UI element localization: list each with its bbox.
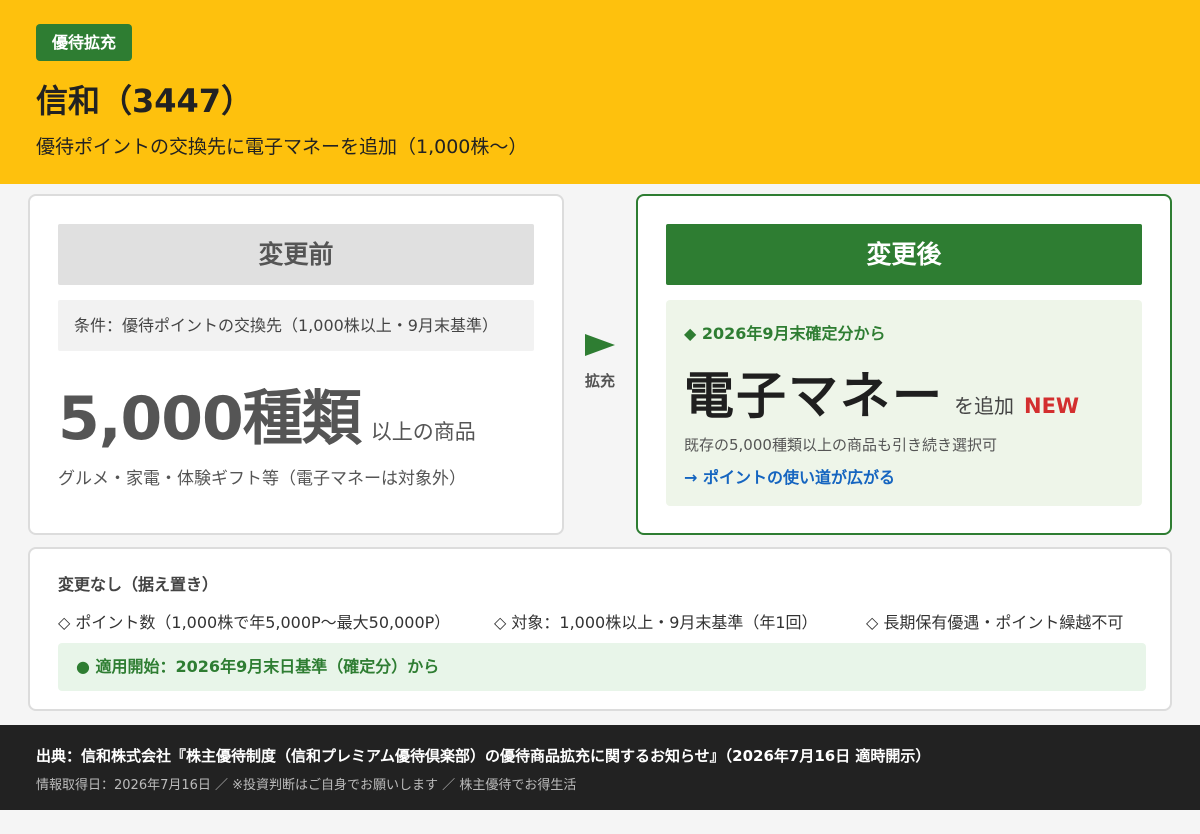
existing-note: 既存の5,000種類以上の商品も引き続き選択可 (684, 436, 997, 454)
before-big-value: 5,000種類 (58, 384, 362, 454)
category-badge: 優待拡充 (36, 24, 133, 61)
after-panel: ◆ 2026年9月末確定分から 電子マネー を追加 NEW 既存の5,000種類以上… (666, 300, 1142, 506)
transition-indicator: 拡充 (570, 334, 630, 391)
after-card: 変更後 ◆ 2026年9月末確定分から 電子マネー を追加 NEW 既存の5,000… (636, 194, 1172, 535)
start-date-bar: ● 適用開始：2026年9月末日基準（確定分）から (58, 643, 1146, 691)
before-card: 変更前 条件：優待ポイントの交換先（1,000株以上・9月末基準） 5,000種… (28, 194, 564, 535)
after-heading: 変更後 (666, 224, 1142, 285)
unchanged-card: 変更なし（据え置き） ◇ ポイント数（1,000株で年5,000P〜最大50,0… (28, 547, 1172, 711)
unchanged-title: 変更なし（据え置き） (58, 575, 219, 594)
info-text: 情報取得日：2026年7月16日 ／ ※投資判断はご自身でお願いします ／ 株主… (36, 778, 577, 793)
before-big-suffix: 以上の商品 (370, 420, 476, 444)
source-text: 出典：信和株式会社『株主優待制度（信和プレミアム優待倶楽部）の優待商品拡充に関す… (36, 747, 931, 765)
emoney-row: 電子マネー を追加 NEW (684, 356, 1079, 428)
triangle-right-icon (585, 334, 615, 356)
new-badge: NEW (1024, 394, 1080, 418)
page-title: 信和（3447） (36, 82, 254, 120)
after-from-date: ◆ 2026年9月末確定分から (684, 324, 886, 343)
before-big-row: 5,000種類 以上の商品 (58, 370, 476, 457)
unchanged-item-target: ◇ 対象：1,000株以上・9月末基準（年1回） (494, 613, 818, 632)
before-heading: 変更前 (58, 224, 534, 285)
emoney-main: 電子マネー (684, 367, 944, 425)
unchanged-item-long-term: ◇ 長期保有優遇・ポイント繰越不可 (866, 613, 1124, 632)
before-note: グルメ・家電・体験ギフト等（電子マネーは対象外） (58, 469, 466, 489)
unchanged-item-points: ◇ ポイント数（1,000株で年5,000P〜最大50,000P） (58, 613, 451, 632)
footer: 出典：信和株式会社『株主優待制度（信和プレミアム優待倶楽部）の優待商品拡充に関す… (0, 725, 1200, 810)
header: 優待拡充 信和（3447） 優待ポイントの交換先に電子マネーを追加（1,000株… (0, 0, 1200, 184)
transition-label: 拡充 (584, 372, 615, 390)
before-condition: 条件：優待ポイントの交換先（1,000株以上・9月末基準） (58, 300, 534, 351)
page-subtitle: 優待ポイントの交換先に電子マネーを追加（1,000株〜） (36, 136, 528, 158)
emoney-add-text: を追加 (954, 394, 1014, 418)
usage-link: → ポイントの使い道が広がる (684, 468, 895, 487)
